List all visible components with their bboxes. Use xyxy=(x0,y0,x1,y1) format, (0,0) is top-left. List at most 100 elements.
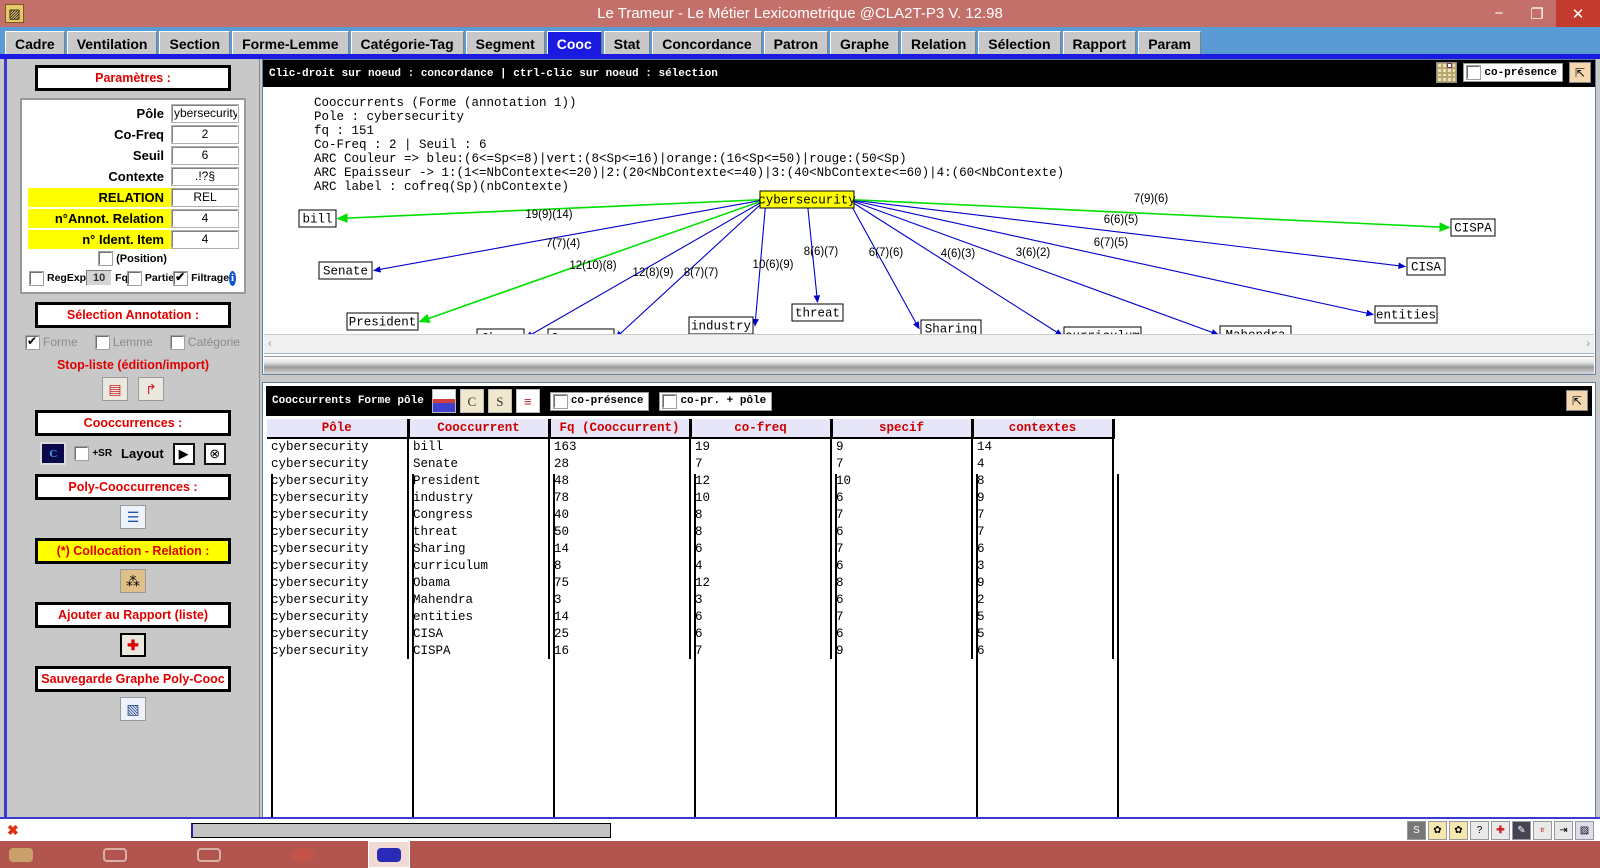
trameur-icon[interactable]: tr xyxy=(1533,821,1552,840)
table-row[interactable]: cybersecurity Sharing 14 6 7 6 xyxy=(267,540,1114,557)
taskbar-item-active[interactable] xyxy=(368,841,410,868)
table-row[interactable]: cybersecurity Mahendra 3 3 6 2 xyxy=(267,591,1114,608)
relation-input[interactable]: REL xyxy=(171,188,239,207)
red-plus-icon[interactable]: ✚ xyxy=(1491,821,1510,840)
pen-icon[interactable]: ✎ xyxy=(1512,821,1531,840)
taskbar-item-3[interactable] xyxy=(188,841,230,868)
column-header-fq-cooccurrent-[interactable]: Fq (Cooccurrent) xyxy=(549,419,692,439)
column-header-co-freq[interactable]: co-freq xyxy=(690,419,833,439)
menu-item-section[interactable]: Section xyxy=(159,31,231,56)
filtrage-checkbox[interactable] xyxy=(173,270,189,286)
forme-checkbox[interactable] xyxy=(25,334,41,350)
flag-icon[interactable]: ▨ xyxy=(1575,821,1594,840)
graph-scroll-right-arrow[interactable]: › xyxy=(1586,338,1590,350)
table-row[interactable]: cybersecurity entities 14 6 7 5 xyxy=(267,608,1114,625)
graph-nodes-icon[interactable]: ⁂ xyxy=(120,569,146,593)
table-copresence-group[interactable]: co-présence xyxy=(549,391,650,411)
regexp-checkbox[interactable] xyxy=(29,270,44,286)
menu-item-cooc[interactable]: Cooc xyxy=(546,31,602,56)
menu-item-cadre[interactable]: Cadre xyxy=(5,31,65,56)
menu-item-segment[interactable]: Segment xyxy=(465,31,545,56)
seuil-input[interactable]: 6 xyxy=(171,146,239,165)
menu-item-s-lection[interactable]: Sélection xyxy=(978,31,1061,56)
lines-table-icon[interactable]: ≡ xyxy=(515,389,540,413)
menu-item-cat-gorie-tag[interactable]: Catégorie-Tag xyxy=(350,31,464,56)
tree-list-icon[interactable]: ☰ xyxy=(120,505,146,529)
menu-item-stat[interactable]: Stat xyxy=(603,31,651,56)
column-header-cooccurrent[interactable]: Cooccurrent xyxy=(408,419,551,439)
table-row[interactable]: cybersecurity CISPA 16 7 9 6 xyxy=(267,642,1114,659)
contexte-input[interactable]: .!?§ xyxy=(171,167,239,186)
export-icon[interactable]: ⇱ xyxy=(1569,62,1591,83)
graph-edge-Sharing[interactable] xyxy=(847,199,920,330)
sp-icon[interactable]: S xyxy=(1407,821,1426,840)
taskbar-item-1[interactable] xyxy=(0,841,42,868)
table-row[interactable]: cybersecurity curriculum 8 4 6 3 xyxy=(267,557,1114,574)
graph-scroll-left-arrow[interactable]: ‹ xyxy=(268,338,272,350)
fq-input[interactable]: 10 xyxy=(86,270,113,286)
table-row[interactable]: cybersecurity Congress 40 8 7 7 xyxy=(267,506,1114,523)
menu-item-concordance[interactable]: Concordance xyxy=(652,31,762,56)
play-icon[interactable]: ▶ xyxy=(172,442,195,465)
position-checkbox[interactable] xyxy=(98,251,114,266)
taskbar-item-2[interactable] xyxy=(94,841,136,868)
table-row[interactable]: cybersecurity Obama 75 12 8 9 xyxy=(267,574,1114,591)
table-row[interactable]: cybersecurity CISA 25 6 6 5 xyxy=(267,625,1114,642)
cooc-blue-icon[interactable]: C xyxy=(40,442,67,465)
graph-edge-CISA[interactable] xyxy=(847,198,1407,269)
bee-icon[interactable]: ✿ xyxy=(1428,821,1447,840)
lemme-checkbox[interactable] xyxy=(94,334,110,350)
table-row[interactable]: cybersecurity bill 163 19 9 14 xyxy=(267,438,1114,455)
table-copresence-checkbox[interactable] xyxy=(552,393,568,409)
s-table-icon[interactable]: S xyxy=(487,389,512,413)
taskbar-item-4[interactable] xyxy=(282,841,324,868)
annot-relation-input[interactable]: 4 xyxy=(171,209,239,228)
cancel-icon[interactable]: ⊗ xyxy=(203,442,226,465)
menu-item-rapport[interactable]: Rapport xyxy=(1062,31,1137,56)
graph-bottom-bar[interactable]: ‹ › xyxy=(264,334,1594,354)
table-row[interactable]: cybersecurity Senate 28 7 7 4 xyxy=(267,455,1114,472)
red-plus-icon[interactable]: ✚ xyxy=(120,633,146,657)
chart-color-icon[interactable] xyxy=(431,389,456,413)
menu-item-param[interactable]: Param xyxy=(1138,31,1201,56)
graph-copresence-checkbox-group[interactable]: co-présence xyxy=(1463,63,1563,82)
graph-edge-Mahendra[interactable] xyxy=(847,198,1220,336)
menu-item-relation[interactable]: Relation xyxy=(901,31,977,56)
categorie-checkbox[interactable] xyxy=(169,334,185,350)
results-grid-area[interactable]: Pôle Cooccurrent Fq (Cooccurrent) co-freq sp… xyxy=(267,419,1589,853)
red-x-icon[interactable]: ✖ xyxy=(7,822,19,839)
maximize-button[interactable]: ❐ xyxy=(1518,0,1556,27)
c-table-icon[interactable]: C xyxy=(459,389,484,413)
table-copr-pole-group[interactable]: co-pr. + pôle xyxy=(659,391,773,411)
table-copr-pole-checkbox[interactable] xyxy=(662,393,678,409)
results-table[interactable]: Pôle Cooccurrent Fq (Cooccurrent) co-freq sp… xyxy=(267,419,1115,659)
table-row[interactable]: cybersecurity threat 50 8 6 7 xyxy=(267,523,1114,540)
bee-plus-icon[interactable]: ✿ xyxy=(1449,821,1468,840)
minimize-button[interactable]: − xyxy=(1480,0,1518,27)
menu-item-graphe[interactable]: Graphe xyxy=(830,31,900,56)
sr-checkbox[interactable] xyxy=(74,446,90,461)
pole-input[interactable]: ybersecurity xyxy=(171,104,239,123)
import-arrow-icon[interactable]: ↱ xyxy=(138,377,164,401)
menu-item-ventilation[interactable]: Ventilation xyxy=(66,31,158,56)
cooccurrence-graph[interactable]: Cooccurrents (Forme (annotation 1))Pole … xyxy=(264,87,1595,349)
save-disk-icon[interactable]: ▧ xyxy=(120,697,146,721)
graph-edge-curriculum[interactable] xyxy=(847,199,1063,337)
grid-icon[interactable] xyxy=(1436,62,1458,83)
table-row[interactable]: cybersecurity industry 78 10 6 9 xyxy=(267,489,1114,506)
cofreq-input[interactable]: 2 xyxy=(171,125,239,144)
menu-item-forme-lemme[interactable]: Forme-Lemme xyxy=(232,31,349,56)
graph-canvas[interactable]: Cooccurrents (Forme (annotation 1)) Pole … xyxy=(264,87,1595,349)
close-button[interactable]: ✕ xyxy=(1556,0,1600,27)
graph-copresence-checkbox[interactable] xyxy=(1466,65,1482,80)
notepad-red-icon[interactable]: ▤ xyxy=(102,377,128,401)
column-header-specif[interactable]: specif xyxy=(831,419,974,439)
column-header-contextes[interactable]: contextes xyxy=(972,419,1115,439)
help-icon[interactable]: ? xyxy=(1470,821,1489,840)
arrow-icon[interactable]: ⇥ xyxy=(1554,821,1573,840)
column-header-p-le[interactable]: Pôle xyxy=(267,419,410,439)
menu-item-patron[interactable]: Patron xyxy=(763,31,829,56)
table-row[interactable]: cybersecurity President 48 12 10 8 xyxy=(267,472,1114,489)
graph-horizontal-scrollbar[interactable] xyxy=(264,356,1594,374)
ident-item-input[interactable]: 4 xyxy=(171,230,239,249)
